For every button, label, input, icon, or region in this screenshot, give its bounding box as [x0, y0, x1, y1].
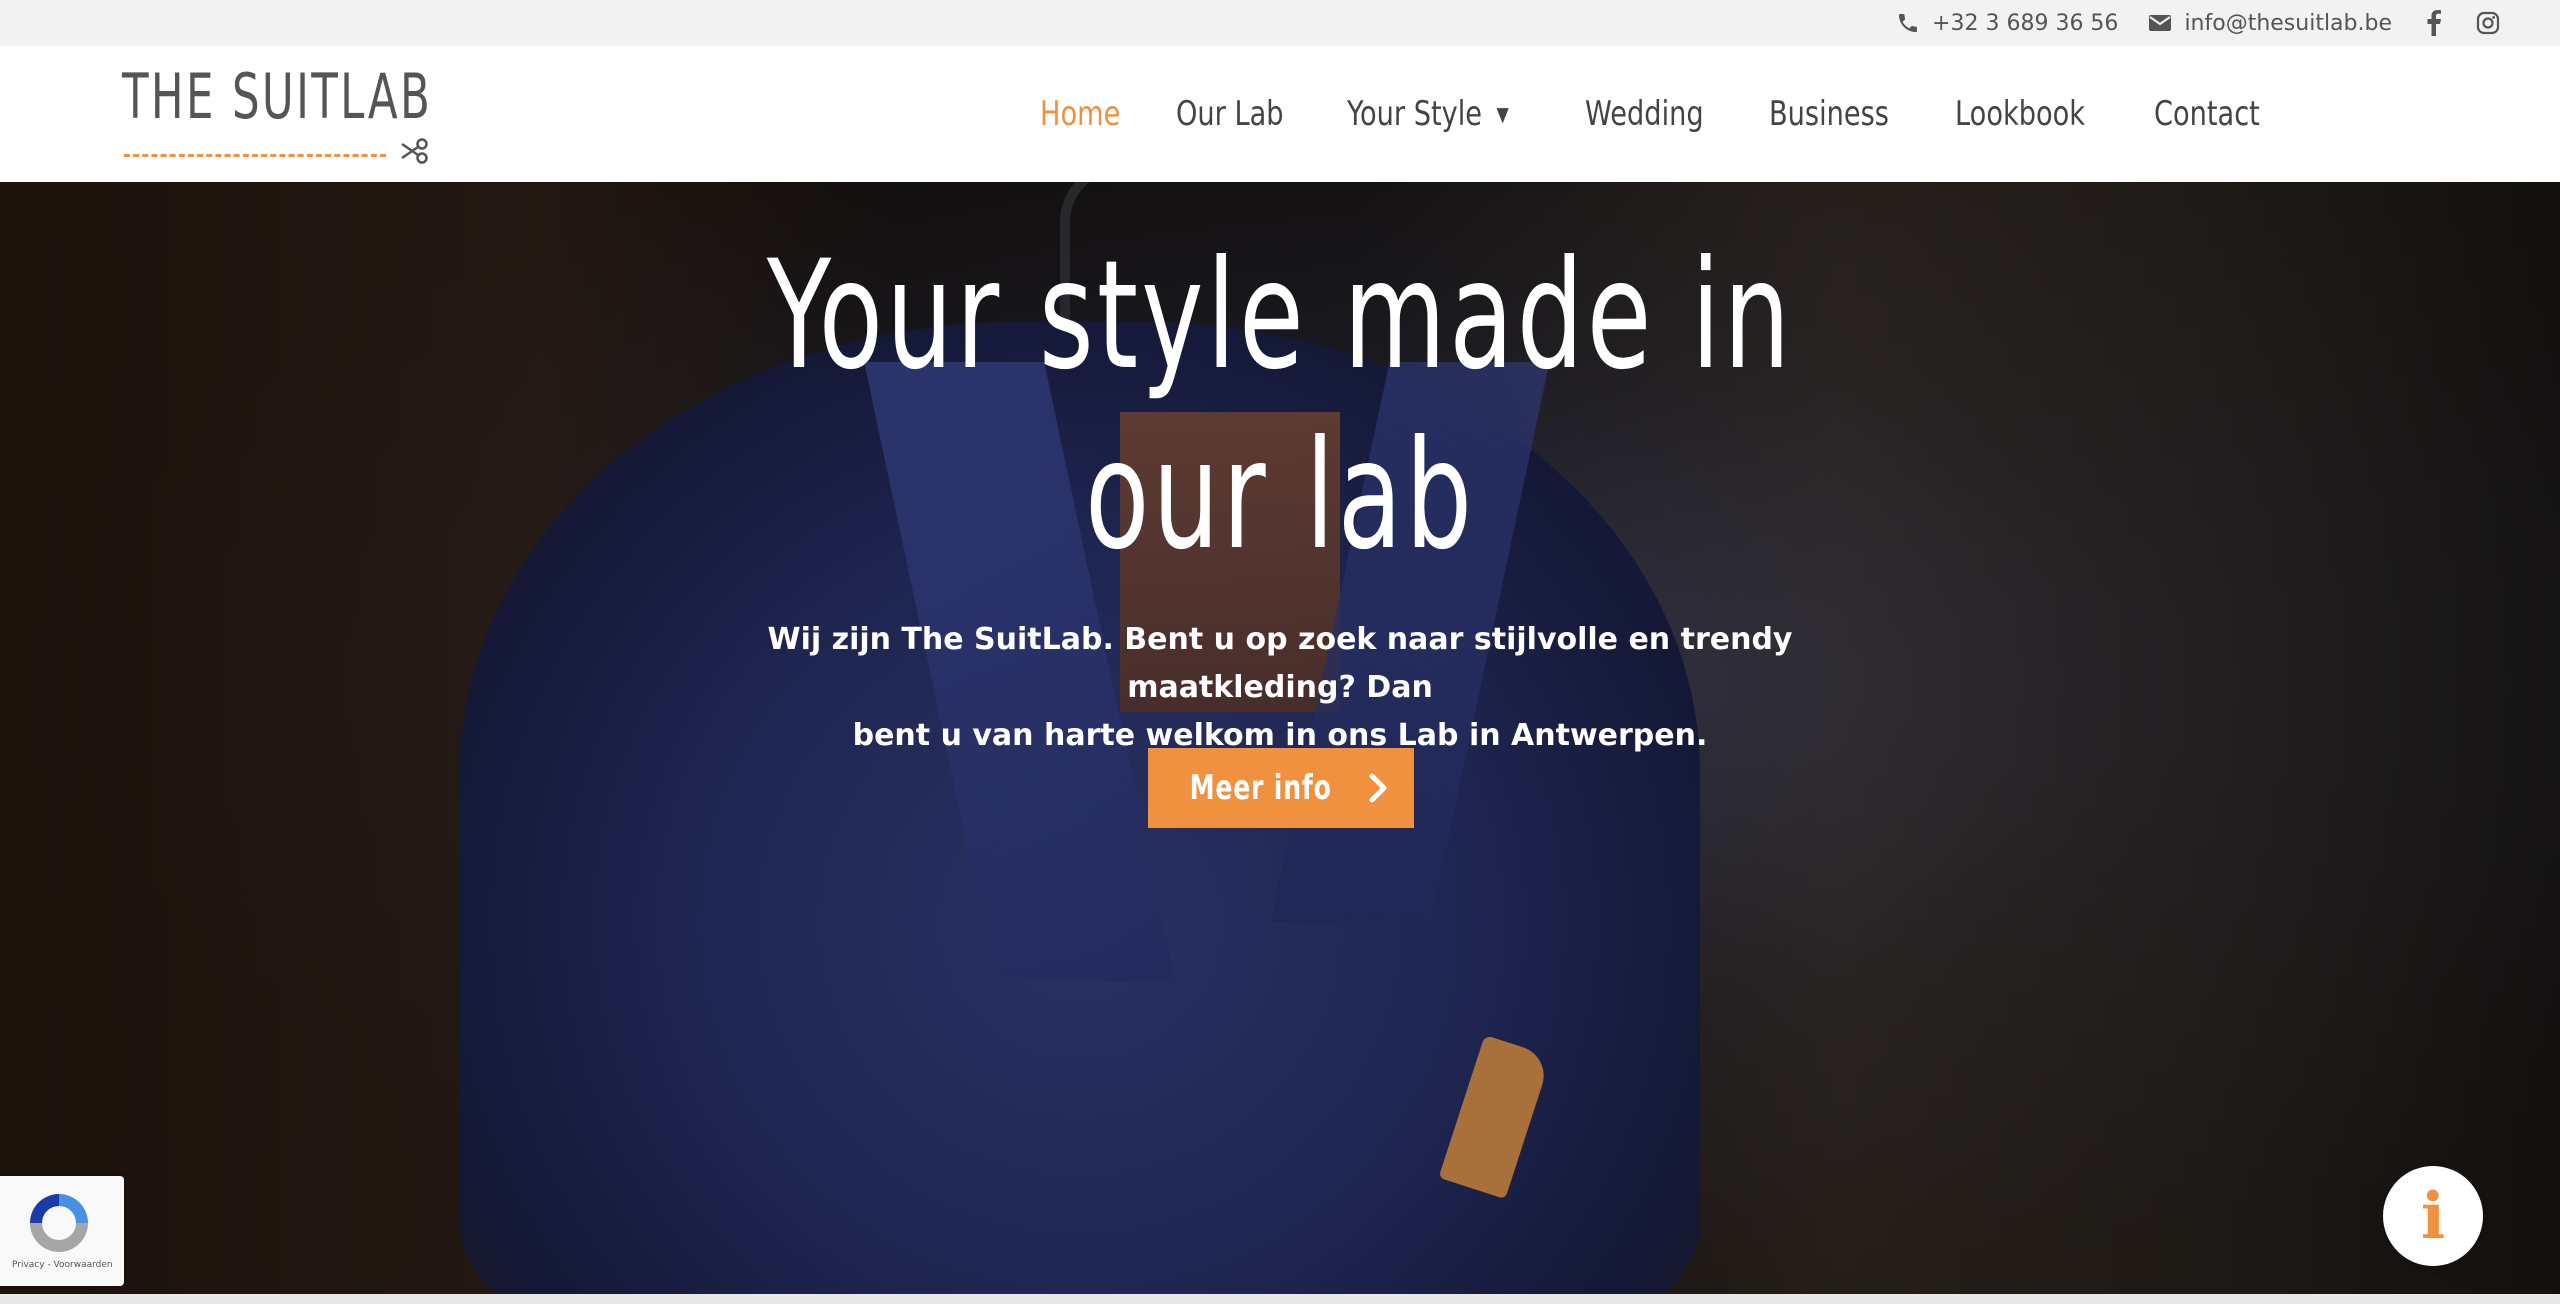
nav-item-label: Wedding [1585, 94, 1704, 134]
hero-subtitle-line1: Wij zijn The SuitLab. Bent u op zoek naa… [767, 622, 1793, 705]
scissors-icon [401, 138, 428, 164]
recaptcha-icon [30, 1194, 88, 1252]
main-nav: Home Our Lab Your Style ▼ Wedding Busine… [1040, 46, 2322, 182]
envelope-icon [2149, 15, 2172, 31]
nav-item-lookbook[interactable]: Lookbook [1955, 94, 2085, 134]
chevron-right-icon [1369, 773, 1387, 803]
site-header: THE SUITLAB Home Our Lab Your Style ▼ We… [0, 46, 2560, 182]
nav-item-our-lab[interactable]: Our Lab [1176, 94, 1284, 134]
facebook-icon [2427, 10, 2441, 36]
logo-dashed-line [124, 154, 386, 157]
facebook-link[interactable] [2426, 10, 2442, 36]
hero-title: Your style made in our lab [0, 226, 2560, 586]
hero-title-line2: our lab [1084, 409, 1476, 583]
meer-info-label: Meer info [1189, 768, 1333, 808]
email-contact[interactable]: info@thesuitlab.be [2148, 11, 2392, 36]
hero-subtitle: Wij zijn The SuitLab. Bent u op zoek naa… [660, 616, 1900, 760]
phone-number: +32 3 689 36 56 [1932, 10, 2119, 36]
nav-item-label: Business [1769, 94, 1890, 134]
nav-item-business[interactable]: Business [1769, 94, 1889, 134]
caret-down-icon: ▼ [1496, 102, 1509, 126]
recaptcha-terms[interactable]: Privacy - Voorwaarden [12, 1260, 113, 1270]
info-icon: i [2420, 1178, 2446, 1254]
instagram-icon [2476, 11, 2500, 35]
logo-text: THE SUITLAB [122, 60, 433, 133]
info-floating-button[interactable]: i [2383, 1166, 2483, 1266]
email-address: info@thesuitlab.be [2184, 10, 2392, 36]
instagram-link[interactable] [2476, 11, 2500, 35]
phone-icon [1899, 14, 1918, 32]
top-bar: +32 3 689 36 56 info@thesuitlab.be [0, 0, 2560, 46]
nav-item-your-style[interactable]: Your Style ▼ [1347, 94, 1509, 134]
nav-item-label: Contact [2153, 94, 2260, 134]
nav-item-label: Our Lab [1176, 94, 1284, 134]
hero-title-line1: Your style made in [766, 229, 1794, 403]
nav-item-label: Home [1040, 94, 1121, 134]
bottom-strip [0, 1294, 2560, 1304]
nav-item-home[interactable]: Home [1040, 94, 1120, 134]
nav-item-label: Your Style [1346, 94, 1482, 134]
site-logo[interactable]: THE SUITLAB [122, 60, 433, 164]
phone-contact[interactable]: +32 3 689 36 56 [1896, 11, 2118, 36]
nav-item-wedding[interactable]: Wedding [1585, 94, 1704, 134]
recaptcha-badge[interactable]: Privacy - Voorwaarden [0, 1176, 124, 1286]
nav-item-contact[interactable]: Contact [2154, 94, 2260, 134]
meer-info-button[interactable]: Meer info [1148, 748, 1414, 828]
nav-item-label: Lookbook [1955, 94, 2086, 134]
